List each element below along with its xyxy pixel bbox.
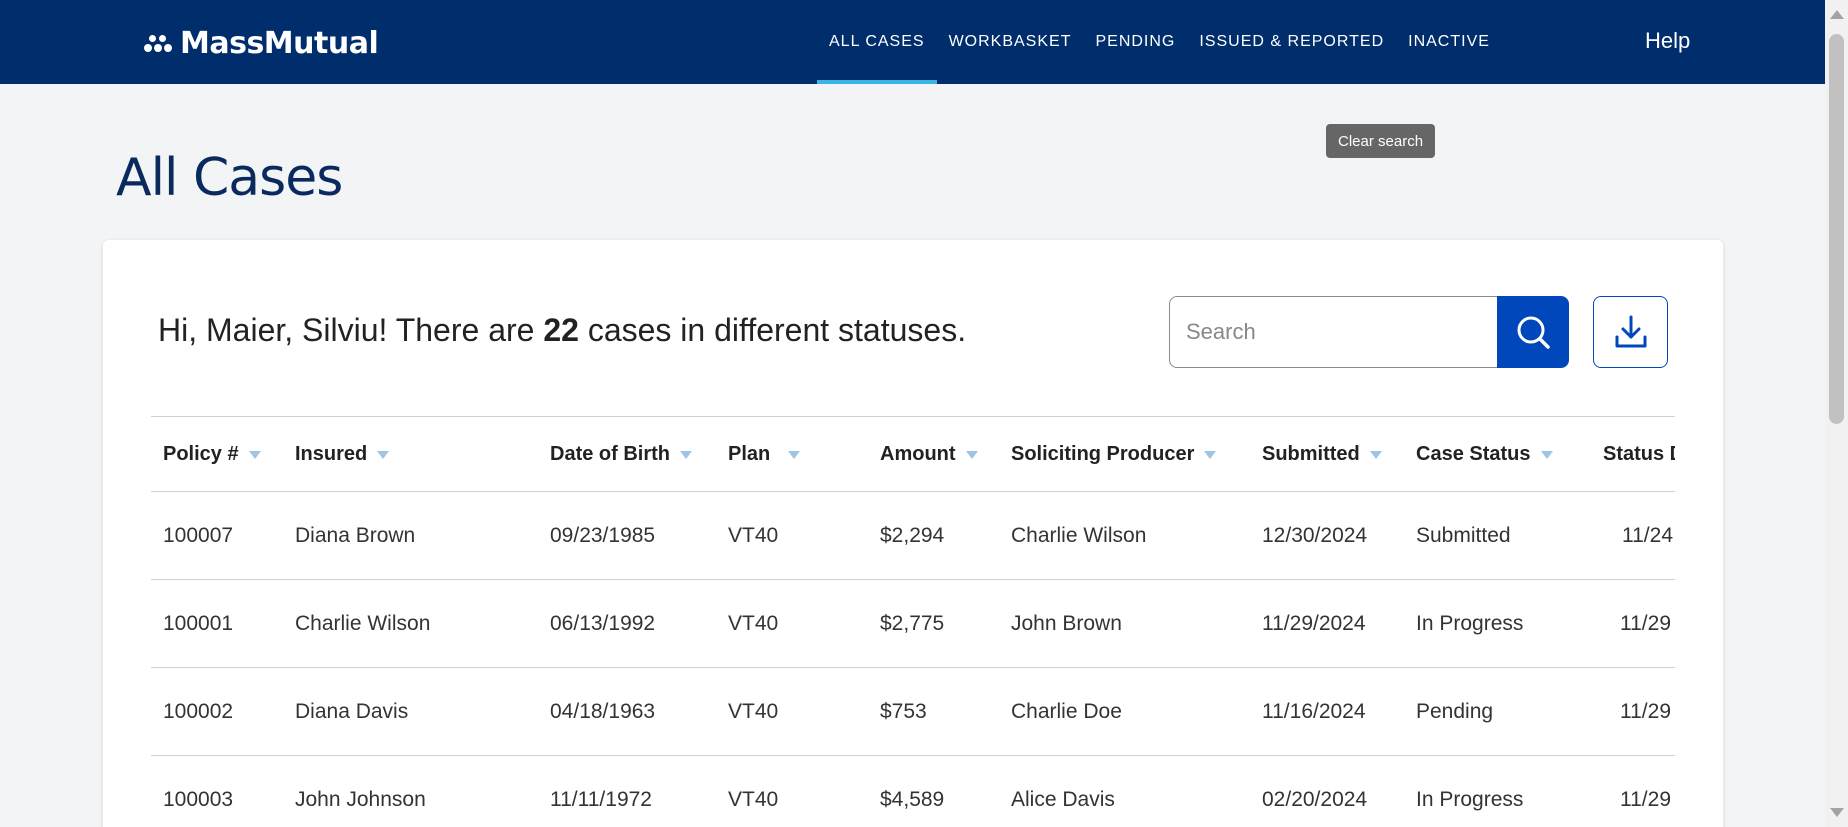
cell-dob: 04/18/1963 <box>550 699 656 723</box>
table-row[interactable]: 100001 Charlie Wilson 06/13/1992 VT40 $2… <box>151 580 1675 668</box>
cell-policy: 100001 <box>163 611 234 635</box>
filter-icon[interactable] <box>680 451 692 459</box>
filter-icon[interactable] <box>248 451 261 459</box>
cell-amount: $753 <box>880 699 927 723</box>
cell-insured: Diana Davis <box>295 699 409 723</box>
nav-all-cases[interactable]: ALL CASES <box>817 0 937 84</box>
column-header-policy[interactable]: Policy # <box>163 417 261 491</box>
cell-producer: Charlie Doe <box>1011 699 1122 723</box>
cell-producer: John Brown <box>1011 611 1122 635</box>
download-icon <box>1615 315 1646 348</box>
cases-table: Policy # Insured Date of Birth Plan Amou… <box>151 416 1675 827</box>
scroll-thumb[interactable] <box>1829 34 1844 424</box>
column-label: Soliciting Producer <box>1011 442 1195 465</box>
cell-producer: Charlie Wilson <box>1011 523 1147 547</box>
cell-submitted: 11/29/2024 <box>1262 611 1366 635</box>
cell-dob: 11/11/1972 <box>550 787 652 811</box>
cell-plan: VT40 <box>728 523 779 547</box>
cell-policy: 100007 <box>163 523 234 547</box>
cell-plan: VT40 <box>728 699 779 723</box>
search-group <box>1169 296 1572 368</box>
cell-insured: Charlie Wilson <box>295 611 431 635</box>
cell-insured: Diana Brown <box>295 523 416 547</box>
main-nav: ALL CASES WORKBASKET PENDING ISSUED & RE… <box>817 0 1502 84</box>
column-header-status-date[interactable]: Status D <box>1603 417 1675 491</box>
cases-card: Hi, Maier, Silviu! There are 22 cases in… <box>103 240 1723 827</box>
cell-policy: 100003 <box>163 787 234 811</box>
nav-workbasket[interactable]: WORKBASKET <box>937 0 1084 84</box>
cell-dob: 06/13/1992 <box>550 611 656 635</box>
cell-plan: VT40 <box>728 787 779 811</box>
cell-status-date: 11/29 <box>1620 699 1671 723</box>
cell-amount: $4,589 <box>880 787 945 811</box>
cell-dob: 09/23/1985 <box>550 523 656 547</box>
column-header-submitted[interactable]: Submitted <box>1262 417 1382 491</box>
column-label: Policy # <box>163 442 239 465</box>
greeting-text: Hi, Maier, Silviu! There are 22 cases in… <box>158 312 966 349</box>
table-row[interactable]: 100002 Diana Davis 04/18/1963 VT40 $753 … <box>151 668 1675 756</box>
cell-case-status: In Progress <box>1416 787 1524 811</box>
greeting-suffix: cases in different statuses. <box>578 312 967 348</box>
scroll-up-arrow-icon[interactable] <box>1830 10 1844 19</box>
column-label: Insured <box>295 442 368 465</box>
table-header-row: Policy # Insured Date of Birth Plan Amou… <box>151 417 1675 492</box>
page-title: All Cases <box>116 148 343 208</box>
search-input[interactable] <box>1169 296 1509 368</box>
clear-search-tooltip: Clear search <box>1326 124 1436 158</box>
help-link[interactable]: Help <box>1645 28 1690 54</box>
logo-text: MassMutual <box>180 25 379 61</box>
case-count: 22 <box>543 312 579 348</box>
table-row[interactable]: 100003 John Johnson 11/11/1972 VT40 $4,5… <box>151 756 1675 827</box>
logo-dots-icon <box>142 32 174 54</box>
nav-issued-reported[interactable]: ISSUED & REPORTED <box>1187 0 1396 84</box>
column-header-date-of-birth[interactable]: Date of Birth <box>550 417 692 491</box>
search-button[interactable] <box>1497 296 1569 368</box>
column-label: Status D <box>1603 442 1675 465</box>
cell-status-date: 11/24 <box>1622 523 1673 547</box>
column-header-insured[interactable]: Insured <box>295 417 390 491</box>
cell-submitted: 12/30/2024 <box>1262 523 1368 547</box>
cell-submitted: 02/20/2024 <box>1262 787 1368 811</box>
download-button[interactable] <box>1593 296 1668 368</box>
column-header-soliciting-producer[interactable]: Soliciting Producer <box>1011 417 1217 491</box>
cell-submitted: 11/16/2024 <box>1262 699 1366 723</box>
massmutual-logo[interactable]: MassMutual <box>142 25 379 61</box>
cell-case-status: Submitted <box>1416 523 1511 547</box>
filter-icon[interactable] <box>1204 451 1217 459</box>
filter-icon[interactable] <box>965 451 978 459</box>
scroll-down-arrow-icon[interactable] <box>1830 808 1844 817</box>
cell-case-status: In Progress <box>1416 611 1524 635</box>
column-label: Date of Birth <box>550 442 670 465</box>
filter-icon[interactable] <box>377 451 390 459</box>
greeting-prefix: Hi, Maier, Silviu! There are <box>158 312 544 348</box>
filter-icon[interactable] <box>1540 451 1553 459</box>
column-label: Amount <box>880 442 956 465</box>
cell-policy: 100002 <box>163 699 234 723</box>
column-header-plan[interactable]: Plan <box>728 417 801 491</box>
column-label: Submitted <box>1262 442 1360 465</box>
cell-case-status: Pending <box>1416 699 1494 723</box>
column-header-case-status[interactable]: Case Status <box>1416 417 1553 491</box>
column-label: Plan <box>728 442 771 465</box>
column-label: Case Status <box>1416 442 1531 465</box>
table-row[interactable]: 100007 Diana Brown 09/23/1985 VT40 $2,29… <box>151 492 1675 580</box>
search-icon <box>1517 316 1550 349</box>
cell-producer: Alice Davis <box>1011 787 1115 811</box>
nav-inactive[interactable]: INACTIVE <box>1396 0 1502 84</box>
page-scrollbar[interactable] <box>1825 0 1848 827</box>
cell-plan: VT40 <box>728 611 779 635</box>
top-nav-bar: MassMutual ALL CASES WORKBASKET PENDING … <box>0 0 1825 84</box>
filter-icon[interactable] <box>788 451 801 459</box>
cell-amount: $2,775 <box>880 611 945 635</box>
cell-insured: John Johnson <box>295 787 426 811</box>
nav-pending[interactable]: PENDING <box>1083 0 1187 84</box>
cell-status-date: 11/29 <box>1620 787 1671 811</box>
filter-icon[interactable] <box>1369 451 1382 459</box>
cell-status-date: 11/29 <box>1620 611 1671 635</box>
column-header-amount[interactable]: Amount <box>880 417 978 491</box>
cell-amount: $2,294 <box>880 523 945 547</box>
